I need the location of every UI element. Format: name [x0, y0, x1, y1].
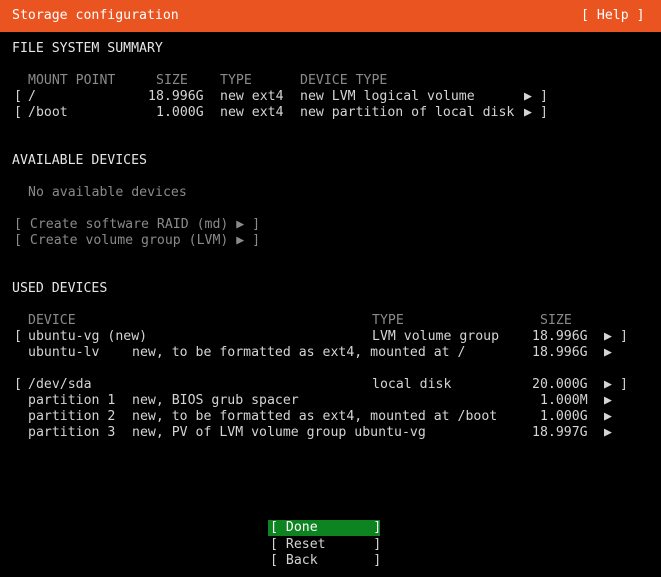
fs-summary-title: FILE SYSTEM SUMMARY — [12, 41, 163, 56]
window-title: Storage configuration — [12, 8, 179, 23]
col-device-type: DEVICE TYPE — [300, 73, 388, 88]
device-size: 1.000G — [540, 409, 588, 424]
device-size: 18.996G — [532, 329, 588, 344]
row-bracket-close: ] — [620, 377, 628, 392]
mount-point: /boot — [28, 105, 68, 120]
title-bar: Storage configuration [ Help ] — [0, 0, 661, 32]
device-name: partition 3 — [28, 425, 116, 440]
used-devices-title: USED DEVICES — [12, 281, 108, 296]
arrow-right-icon: ▶ — [524, 105, 532, 120]
device-description: new, BIOS grub spacer — [132, 393, 299, 408]
device-size: 1.000M — [540, 393, 588, 408]
device-type: new LVM logical volume — [300, 89, 475, 104]
fs-type: new ext4 — [220, 105, 284, 120]
row-bracket-open: [ — [14, 89, 22, 104]
fs-type: new ext4 — [220, 89, 284, 104]
device-type: local disk — [372, 377, 452, 392]
device-description: new, to be formatted as ext4, mounted at… — [132, 345, 466, 360]
device-type: new partition of local disk — [300, 105, 515, 120]
row-bracket-close: ] — [540, 105, 548, 120]
device-size: 18.996G — [532, 345, 588, 360]
mount-point: / — [28, 89, 36, 104]
help-button[interactable]: [ Help ] — [581, 8, 645, 24]
device-name: ubuntu-lv — [28, 345, 100, 360]
device-type: LVM volume group — [372, 329, 500, 344]
create-volume-group-button[interactable]: [ Create volume group (LVM) ▶ ] — [14, 233, 260, 249]
row-bracket-open: [ — [14, 377, 22, 392]
device-size: 20.000G — [532, 377, 588, 392]
row-bracket-open: [ — [14, 329, 22, 344]
col-size: SIZE — [540, 313, 572, 328]
col-type: TYPE — [220, 73, 252, 88]
arrow-right-icon: ▶ — [604, 393, 612, 408]
back-button[interactable]: [ Back ] — [270, 553, 381, 569]
done-button[interactable]: [ Done ] — [268, 520, 382, 536]
size: 18.996G — [148, 89, 204, 104]
done-button-label: [ Done ] — [270, 520, 382, 535]
col-device: DEVICE — [28, 313, 76, 328]
arrow-right-icon: ▶ — [604, 377, 612, 392]
arrow-right-icon: ▶ — [604, 329, 612, 344]
row-bracket-close: ] — [540, 89, 548, 104]
size: 1.000G — [156, 105, 204, 120]
device-size: 18.997G — [532, 425, 588, 440]
reset-button[interactable]: [ Reset ] — [270, 537, 381, 553]
col-mount-point: MOUNT POINT — [28, 73, 116, 88]
device-name: partition 1 — [28, 393, 116, 408]
device-name: /dev/sda — [28, 377, 92, 392]
col-type: TYPE — [372, 313, 404, 328]
available-devices-title: AVAILABLE DEVICES — [12, 153, 147, 168]
device-name: partition 2 — [28, 409, 116, 424]
row-bracket-close: ] — [620, 329, 628, 344]
device-description: new, to be formatted as ext4, mounted at… — [132, 409, 498, 424]
arrow-right-icon: ▶ — [604, 425, 612, 440]
arrow-right-icon: ▶ — [524, 89, 532, 104]
col-size: SIZE — [156, 73, 188, 88]
row-bracket-open: [ — [14, 105, 22, 120]
arrow-right-icon: ▶ — [604, 409, 612, 424]
no-devices-message: No available devices — [28, 185, 187, 200]
device-description: new, PV of LVM volume group ubuntu-vg — [132, 425, 426, 440]
device-name: ubuntu-vg (new) — [28, 329, 148, 344]
arrow-right-icon: ▶ — [604, 345, 612, 360]
create-raid-button[interactable]: [ Create software RAID (md) ▶ ] — [14, 217, 260, 233]
